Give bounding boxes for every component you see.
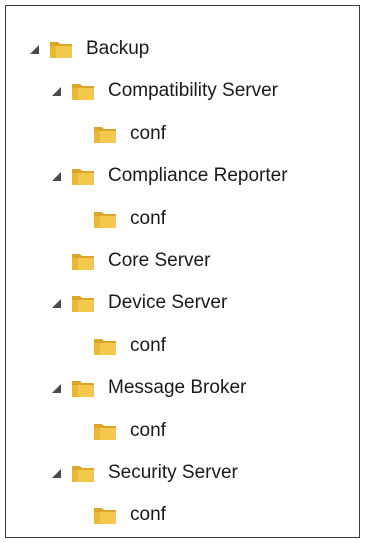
folder-icon: [50, 42, 72, 58]
tree-node-label: Backup: [86, 38, 150, 59]
folder-icon: [72, 296, 94, 312]
tree-node-device-server[interactable]: Device Server: [50, 286, 227, 320]
folder-icon: [94, 508, 116, 524]
expand-arrow-icon[interactable]: [50, 170, 62, 182]
expand-arrow-icon[interactable]: [50, 382, 62, 394]
folder-icon: [94, 424, 116, 440]
folder-icon: [72, 466, 94, 482]
tree-node-conf[interactable]: conf: [72, 202, 166, 236]
tree-node-label: Message Broker: [108, 377, 247, 398]
folder-icon: [72, 254, 94, 270]
tree-node-conf[interactable]: conf: [72, 329, 166, 363]
tree-node-label: Device Server: [108, 292, 228, 313]
tree-node-core-server[interactable]: Core Server: [50, 244, 210, 278]
tree-node-label: conf: [130, 335, 166, 356]
expand-arrow-icon[interactable]: [50, 85, 62, 97]
folder-icon: [72, 169, 94, 185]
expand-arrow-icon[interactable]: [50, 297, 62, 309]
tree-node-compliance-reporter[interactable]: Compliance Reporter: [50, 159, 288, 193]
expand-arrow-icon[interactable]: [50, 467, 62, 479]
expand-arrow-icon[interactable]: [28, 43, 40, 55]
folder-icon: [72, 84, 94, 100]
tree-node-label: Core Server: [108, 250, 211, 271]
tree-node-label: conf: [130, 208, 166, 229]
tree-node-conf[interactable]: conf: [72, 414, 166, 448]
tree-node-label: conf: [130, 420, 166, 441]
folder-icon: [94, 339, 116, 355]
tree-node-label: Compatibility Server: [108, 80, 278, 101]
folder-tree-panel: Backup Compatibility Server conf Complia…: [5, 5, 360, 538]
tree-node-label: Security Server: [108, 462, 238, 483]
folder-icon: [94, 127, 116, 143]
tree-node-label: Compliance Reporter: [108, 165, 288, 186]
tree-node-label: conf: [130, 504, 166, 525]
folder-icon: [72, 381, 94, 397]
tree-node-conf[interactable]: conf: [72, 498, 166, 532]
tree-node-backup[interactable]: Backup: [28, 32, 149, 66]
tree-node-message-broker[interactable]: Message Broker: [50, 371, 246, 405]
tree-node-label: conf: [130, 123, 166, 144]
tree-node-compatibility-server[interactable]: Compatibility Server: [50, 74, 278, 108]
tree-node-security-server[interactable]: Security Server: [50, 456, 238, 490]
folder-icon: [94, 212, 116, 228]
tree-node-conf[interactable]: conf: [72, 117, 166, 151]
